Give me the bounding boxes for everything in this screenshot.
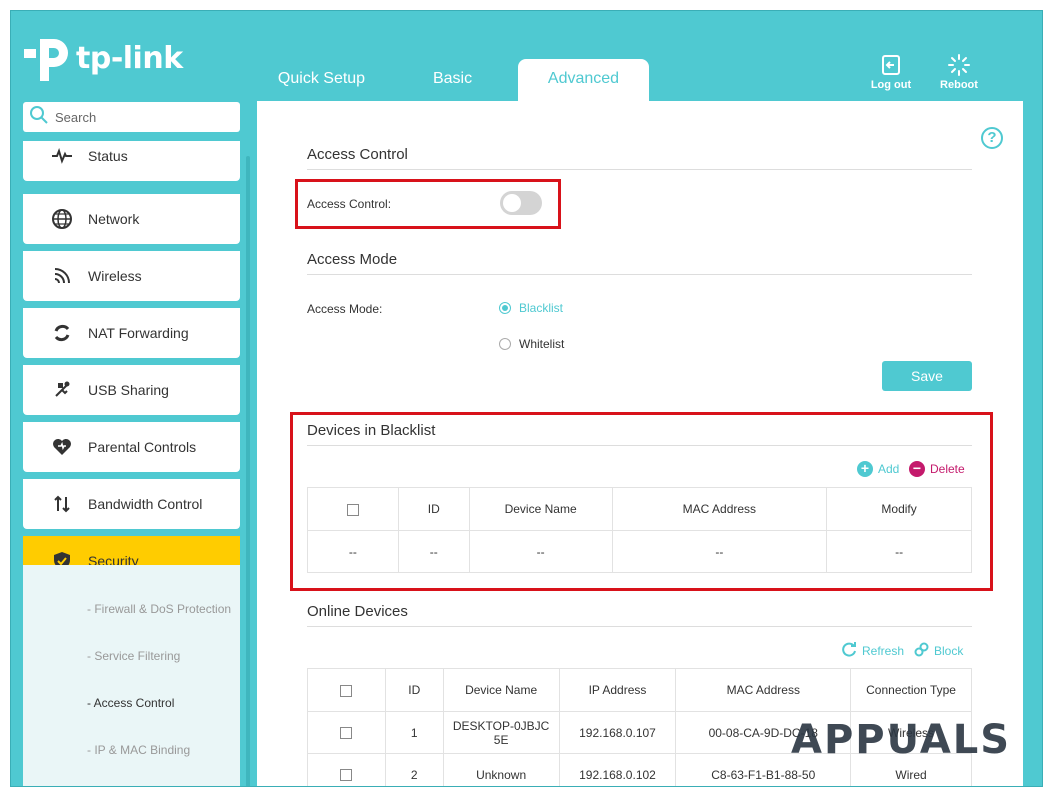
radio-dot (499, 338, 511, 350)
table-cell: 2 (384, 753, 444, 786)
refresh-icon (50, 321, 74, 345)
refresh-label: Refresh (862, 644, 905, 658)
tab-quick-setup[interactable]: Quick Setup (256, 59, 387, 101)
refresh-icon (842, 642, 857, 660)
sidebar-item-label: Status (88, 148, 128, 164)
logout-button[interactable]: Log out (866, 53, 916, 91)
router-admin-window: tp-link Quick Setup Basic Advanced Log o… (10, 10, 1043, 787)
save-button[interactable]: Save (882, 361, 972, 391)
sidebar-item-nat-forwarding[interactable]: NAT Forwarding (23, 308, 240, 358)
block-button[interactable]: Block (914, 642, 963, 660)
submenu-access-control[interactable]: - Access Control (87, 696, 174, 710)
search-box[interactable] (23, 102, 240, 132)
row-select-cell (307, 753, 386, 786)
main-content: ? Access Control Access Control: Access … (257, 101, 1023, 786)
logout-icon (879, 53, 903, 77)
block-label: Block (934, 644, 964, 658)
radio-dot (499, 302, 511, 314)
sidebar-item-usb-sharing[interactable]: USB Sharing (23, 365, 240, 415)
select-all-checkbox[interactable] (340, 684, 353, 697)
access-control-title: Access Control (307, 146, 972, 170)
help-icon[interactable]: ? (981, 127, 1003, 149)
table-cell: 1 (384, 711, 444, 754)
sidebar-item-status[interactable]: Status (23, 141, 240, 181)
column-header: ID (384, 668, 444, 712)
sidebar-item-label: Bandwidth Control (88, 496, 203, 512)
tp-link-logo-icon (22, 33, 72, 83)
column-header: MAC Address (675, 668, 852, 712)
reboot-label: Reboot (940, 79, 978, 91)
brand-name: tp-link (76, 40, 183, 76)
row-select-cell (307, 711, 386, 754)
column-header: Device Name (442, 668, 560, 712)
top-tabs: Quick Setup Basic Advanced (256, 59, 649, 101)
column-header: Connection Type (850, 668, 972, 712)
tab-advanced[interactable]: Advanced (518, 59, 649, 101)
sidebar-item-bandwidth-control[interactable]: Bandwidth Control (23, 479, 240, 529)
sidebar-scrollbar[interactable] (246, 156, 250, 786)
globe-icon (50, 207, 74, 231)
column-header: IP Address (558, 668, 677, 712)
sidebar-item-wireless[interactable]: Wireless (23, 251, 240, 301)
tab-basic[interactable]: Basic (387, 59, 518, 101)
access-mode-label: Access Mode: (307, 302, 383, 316)
submenu-ip-mac-binding[interactable]: - IP & MAC Binding (87, 743, 190, 757)
sidebar-item-label: Wireless (88, 268, 142, 284)
search-input[interactable] (55, 109, 225, 125)
sidebar: Status Network Wireless NAT Forwarding U… (11, 101, 256, 786)
link-icon (914, 642, 929, 660)
row-checkbox[interactable] (340, 727, 353, 740)
security-submenu: - Firewall & DoS Protection - Service Fi… (23, 565, 240, 786)
table-cell: 192.168.0.102 (558, 753, 677, 786)
highlight-box (290, 412, 993, 591)
refresh-button[interactable]: Refresh (842, 642, 904, 660)
search-icon (29, 105, 49, 130)
sidebar-item-network[interactable]: Network (23, 194, 240, 244)
online-devices-title: Online Devices (307, 603, 972, 627)
select-all-cell (307, 668, 386, 712)
reboot-button[interactable]: Reboot (934, 53, 984, 91)
sidebar-item-parental-controls[interactable]: Parental Controls (23, 422, 240, 472)
highlight-box (295, 179, 561, 229)
sidebar-menu: Status Network Wireless NAT Forwarding U… (23, 141, 240, 786)
radio-blacklist[interactable]: Blacklist (499, 301, 563, 315)
table-cell: Unknown (442, 753, 560, 786)
sidebar-item-label: Network (88, 211, 140, 227)
table-header-row: ID Device Name IP Address MAC Address Co… (307, 668, 972, 712)
wifi-icon (50, 264, 74, 288)
table-cell: 192.168.0.107 (558, 711, 677, 754)
table-cell: DESKTOP-0JBJC5E (442, 711, 560, 754)
sidebar-item-label: Parental Controls (88, 439, 197, 455)
heart-icon (50, 435, 74, 459)
row-checkbox[interactable] (340, 769, 353, 782)
radio-label: Whitelist (519, 337, 565, 351)
radio-whitelist[interactable]: Whitelist (499, 337, 564, 351)
sidebar-item-label: USB Sharing (88, 382, 169, 398)
submenu-service-filtering[interactable]: - Service Filtering (87, 649, 180, 663)
arrows-updown-icon (50, 492, 74, 516)
radio-label: Blacklist (519, 301, 564, 315)
submenu-firewall-dos[interactable]: - Firewall & DoS Protection (87, 602, 231, 616)
logout-label: Log out (870, 79, 912, 91)
appuals-watermark: APPUALS (791, 717, 1012, 763)
sidebar-item-label: NAT Forwarding (88, 325, 189, 341)
usb-icon (50, 378, 74, 402)
access-mode-title: Access Mode (307, 251, 972, 275)
tp-link-logo: tp-link (22, 33, 183, 83)
pulse-icon (50, 144, 74, 168)
reboot-icon (947, 53, 971, 77)
